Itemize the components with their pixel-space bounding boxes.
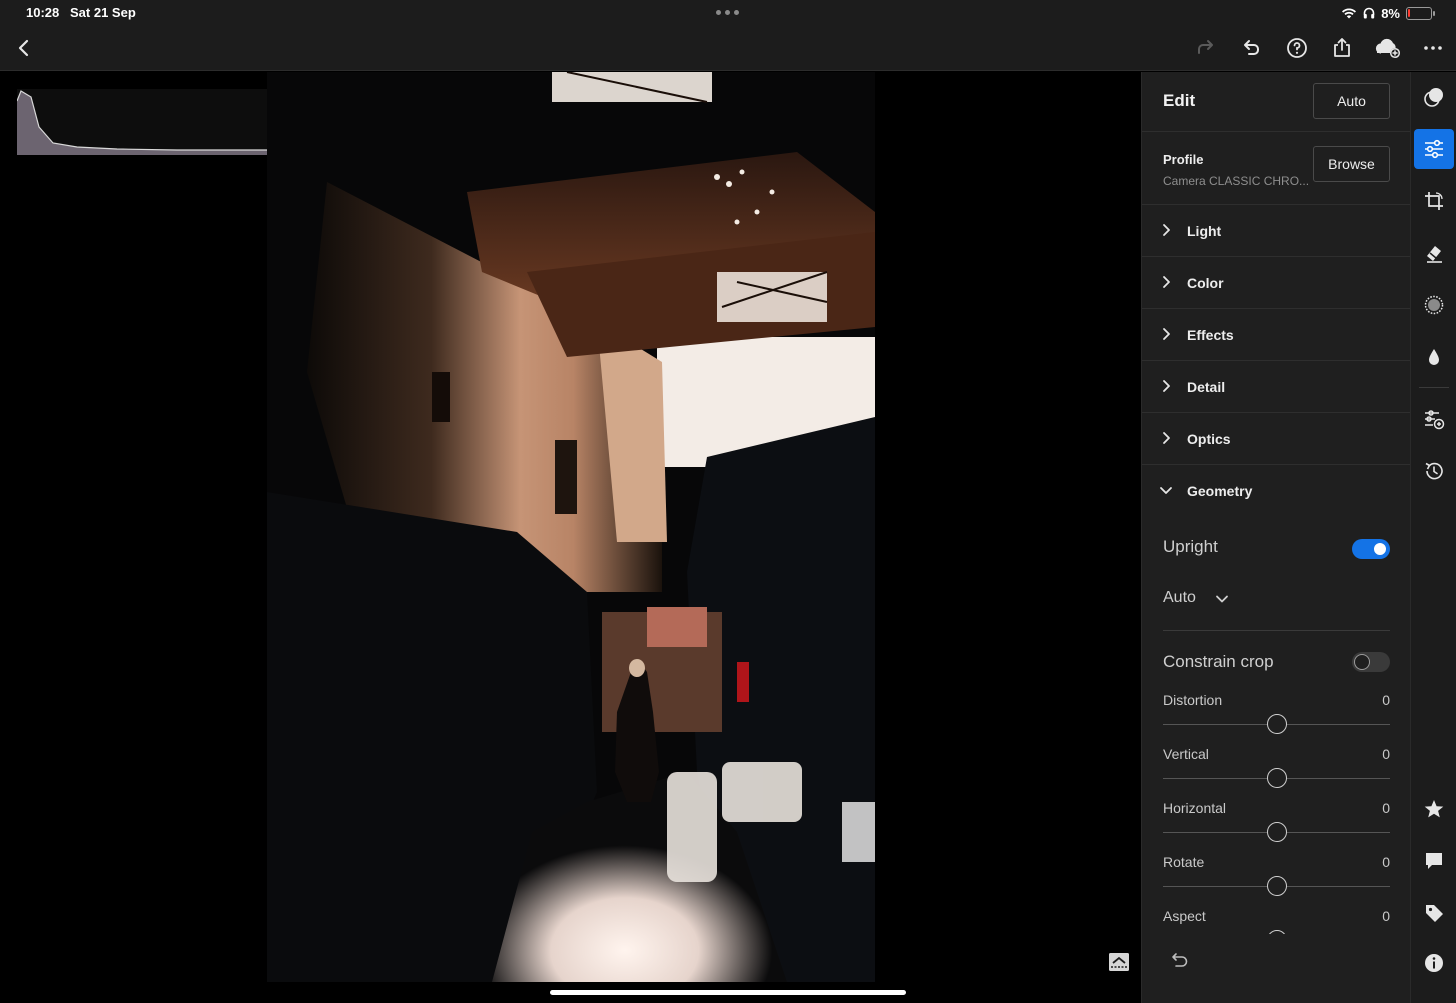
slider-value: 0 [1382,692,1390,708]
redo-icon[interactable] [1192,34,1220,62]
chevron-right-icon [1163,432,1170,444]
section-name: Geometry [1187,483,1253,499]
status-bar: 10:28 Sat 21 Sep 8% [0,0,1456,26]
presets-icon[interactable] [1414,77,1454,117]
before-after-icon[interactable] [1108,952,1130,972]
tag-icon[interactable] [1414,893,1454,933]
slider-value: 0 [1382,746,1390,762]
slider-label: Aspect [1163,908,1206,924]
geometry-sliders: Distortion 0 Vertical 0 Horizontal 0 Rotate 0 As… [1142,517,1410,1003]
rail-divider [1419,387,1449,388]
status-time: 10:28 [26,5,60,20]
wifi-icon [1342,8,1357,19]
auto-button[interactable]: Auto [1313,83,1390,119]
home-indicator[interactable] [550,990,906,995]
share-icon[interactable] [1328,34,1356,62]
slider-label: Rotate [1163,854,1205,870]
slider-thumb[interactable] [1266,714,1287,734]
slider-thumb[interactable] [1266,768,1287,788]
slider-distortion[interactable]: Distortion 0 [1142,692,1410,740]
history-icon[interactable] [1414,451,1454,491]
slider-value: 0 [1382,854,1390,870]
section-effects[interactable]: Effects [1142,309,1410,361]
slider-label: Distortion [1163,692,1223,708]
section-name: Color [1187,275,1224,291]
reset-icon[interactable] [1170,950,1190,970]
section-name: Detail [1187,379,1226,395]
healing-icon[interactable] [1414,233,1454,273]
section-name: Effects [1187,327,1234,343]
undo-icon[interactable] [1237,34,1265,62]
section-geometry[interactable]: Geometry [1142,465,1410,517]
status-indicators: 8% [1341,4,1435,22]
back-icon[interactable] [10,34,38,62]
slider-thumb[interactable] [1266,822,1287,842]
multitasking-dots-icon[interactable] [716,10,740,16]
chevron-right-icon [1163,328,1170,340]
slider-value: 0 [1382,908,1390,924]
masking-icon[interactable] [1414,285,1454,325]
tool-rail [1410,72,1456,1003]
panel-footer [1142,934,1410,1003]
slider-label: Horizontal [1163,800,1227,816]
battery-icon [1406,6,1435,20]
edit-panel-header: Edit Auto [1142,72,1410,132]
section-name: Light [1187,223,1222,239]
histogram [16,89,303,155]
slider-horizontal[interactable]: Horizontal 0 [1142,800,1410,848]
slider-vertical[interactable]: Vertical 0 [1142,746,1410,794]
slider-value: 0 [1382,800,1390,816]
chevron-right-icon [1163,276,1170,288]
status-date: Sat 21 Sep [70,5,136,20]
browse-button[interactable]: Browse [1313,146,1390,182]
slider-rotate[interactable]: Rotate 0 [1142,854,1410,902]
headphones-icon [1363,7,1375,19]
battery-percent: 8% [1381,5,1400,21]
slider-label: Vertical [1163,746,1209,762]
profile-label: Profile [1163,152,1204,167]
blur-icon[interactable] [1414,337,1454,377]
section-detail[interactable]: Detail [1142,361,1410,413]
chevron-right-icon [1163,380,1170,392]
photo-canvas[interactable] [0,72,1141,1003]
crop-icon[interactable] [1414,181,1454,221]
help-icon[interactable] [1283,34,1311,62]
edit-sliders-icon[interactable] [1414,129,1454,169]
comment-icon[interactable] [1414,841,1454,881]
cloud-sync-icon[interactable] [1372,34,1404,62]
slider-thumb[interactable] [1266,876,1287,896]
profile-value: Camera CLASSIC CHRO... [1163,174,1310,188]
more-icon[interactable] [1419,34,1447,62]
section-name: Optics [1187,431,1231,447]
info-icon[interactable] [1414,943,1454,983]
section-color[interactable]: Color [1142,257,1410,309]
versions-icon[interactable] [1414,399,1454,439]
edit-panel-title: Edit [1163,91,1196,110]
section-light[interactable]: Light [1142,205,1410,257]
rating-icon[interactable] [1414,789,1454,829]
section-optics[interactable]: Optics [1142,413,1410,465]
top-toolbar [0,26,1456,71]
edit-panel: Edit Auto Profile Camera CLASSIC CHRO...… [1141,72,1410,1003]
chevron-down-icon [1160,487,1172,494]
edited-photo[interactable] [267,72,875,982]
chevron-right-icon [1163,224,1170,236]
profile-row[interactable]: Profile Camera CLASSIC CHRO... Browse [1142,132,1410,205]
